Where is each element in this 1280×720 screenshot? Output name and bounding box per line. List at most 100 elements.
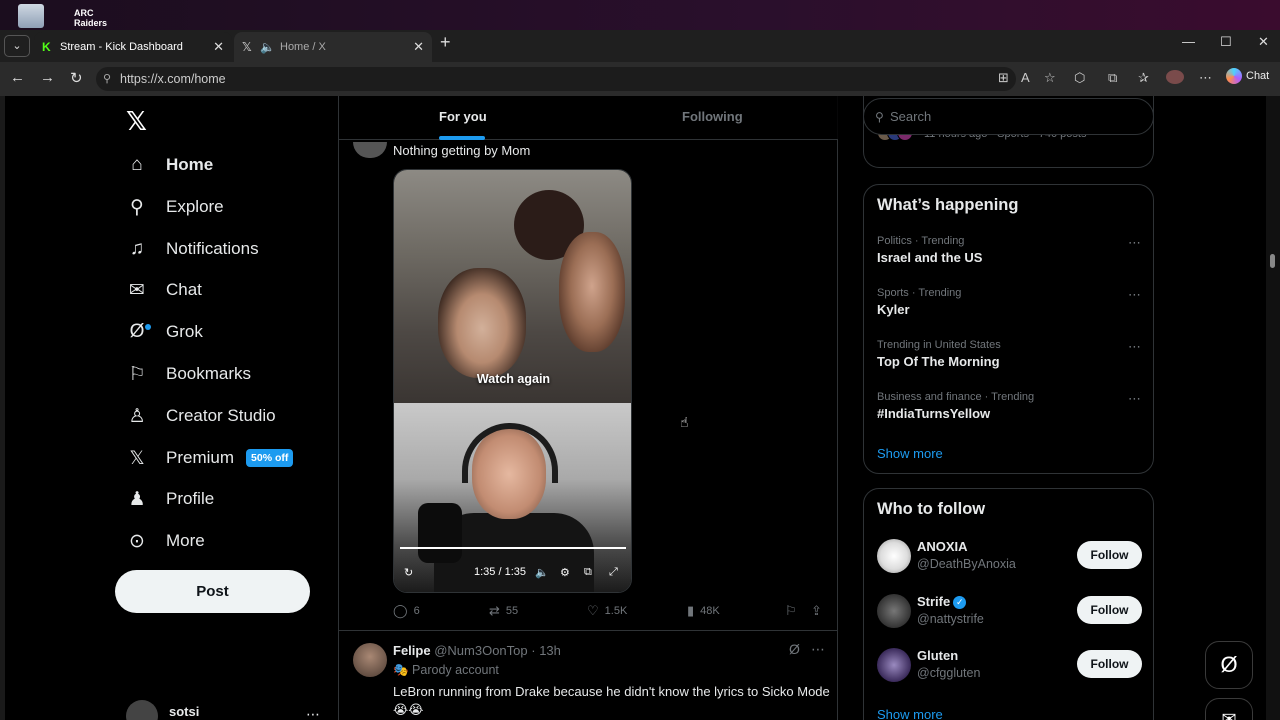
app-available-icon[interactable]: ⊞ [998, 70, 1009, 86]
author-name[interactable]: Felipe [393, 643, 431, 658]
show-more-link[interactable]: Show more [877, 446, 943, 461]
nav-bookmarks[interactable]: ⚐ Bookmarks [126, 359, 251, 389]
video-shape [462, 423, 558, 483]
more-options-icon[interactable]: ⋯ [1128, 339, 1142, 355]
x-icon: 𝕏 [129, 447, 145, 469]
repost-button[interactable]: ⇄ 55 [489, 603, 518, 619]
tab-home-x[interactable]: 𝕏 🔈 Home / X ✕ [234, 32, 432, 62]
speaker-icon[interactable]: 🔈 [260, 32, 275, 62]
tab-kick-dashboard[interactable]: K Stream - Kick Dashboard ✕ [34, 32, 232, 62]
more-options-icon[interactable]: ⋯ [1128, 235, 1142, 251]
arc-raiders-icon[interactable]: ARC Raiders [74, 4, 114, 28]
nav-grok[interactable]: Ø Grok [126, 317, 203, 347]
tweet-header: Felipe @Num3OonTop · 13h [393, 643, 561, 658]
favorites-icon[interactable]: ✰ [1138, 70, 1149, 86]
tab-for-you[interactable]: For you [439, 109, 487, 124]
split-screen-icon[interactable]: ⧉ [1108, 70, 1117, 86]
tweet-time[interactable]: 13h [539, 643, 561, 658]
post-button[interactable]: Post [115, 570, 310, 613]
recycle-bin-icon[interactable] [18, 4, 44, 28]
page-edge [0, 96, 5, 720]
messages-floating-button[interactable]: ✉ [1205, 698, 1253, 720]
search-input[interactable]: ⚲ Search [863, 98, 1154, 135]
read-aloud-icon[interactable]: A [1021, 70, 1030, 85]
views-button[interactable]: ▮ 48K [687, 603, 720, 619]
share-button[interactable]: ⇪ [811, 603, 822, 619]
follow-button[interactable]: Follow [1077, 541, 1142, 569]
reload-icon[interactable]: ↻ [70, 69, 83, 87]
settings-gear-icon[interactable]: ⚙ [560, 566, 570, 579]
nav-explore[interactable]: ⚲ Explore [126, 192, 224, 222]
minimize-icon[interactable]: — [1182, 34, 1195, 49]
follow-button[interactable]: Follow [1077, 650, 1142, 678]
who-to-follow-card: Who to follow ANOXIA @DeathByAnoxia Foll… [863, 488, 1154, 720]
like-button[interactable]: ♡ 1.5K [587, 603, 627, 619]
trend-item[interactable]: Business and finance · Trending #IndiaTu… [877, 391, 1142, 421]
fullscreen-icon[interactable]: ⤢ [609, 566, 618, 579]
nav-creator-studio[interactable]: ♙ Creator Studio [126, 401, 275, 431]
tweet-divider [339, 630, 838, 631]
site-info-icon[interactable]: ⚲ [103, 67, 111, 91]
follow-suggestion[interactable]: ANOXIA @DeathByAnoxia Follow [877, 539, 1142, 575]
tweet-video[interactable]: Watch again ↻ 1:35 / 1:35 🔈 ⚙ ⧉ ⤢ [393, 169, 632, 593]
tweet-actions: ◯ 6 ⇄ 55 ♡ 1.5K ▮ 48K ⚐ ⇪ [393, 601, 823, 621]
show-more-link[interactable]: Show more [877, 707, 943, 720]
new-tab-icon[interactable]: + [440, 32, 451, 53]
account-more-icon[interactable]: ⋯ [306, 706, 320, 720]
forward-icon[interactable]: → [40, 69, 55, 86]
author-handle[interactable]: @Num3OonTop [434, 643, 527, 658]
nav-profile[interactable]: ♟ Profile [126, 484, 214, 514]
settings-more-icon[interactable]: ⋯ [1199, 70, 1212, 86]
grok-icon[interactable]: Ø [789, 641, 800, 657]
watch-again-button[interactable]: Watch again [394, 372, 631, 386]
tab-following[interactable]: Following [682, 109, 743, 124]
close-tab-icon[interactable]: ✕ [413, 32, 424, 62]
extensions-icon[interactable]: ⬡ [1074, 70, 1085, 86]
x-logo-icon[interactable]: 𝕏 [126, 106, 147, 137]
tab-label: Stream - Kick Dashboard [60, 41, 183, 53]
scrollbar-thumb[interactable] [1270, 254, 1275, 268]
more-options-icon[interactable]: ⋯ [1128, 391, 1142, 407]
profile-avatar-icon[interactable] [1166, 70, 1184, 84]
section-title: Who to follow [877, 500, 986, 518]
nav-home[interactable]: ⌂ Home [126, 150, 213, 180]
bell-icon: ♫ [129, 238, 145, 259]
trend-item[interactable]: Trending in United States Top Of The Mor… [877, 339, 1142, 369]
avatar[interactable] [353, 643, 387, 677]
follow-suggestion[interactable]: Strife ✓ @nattystrife Follow [877, 594, 1142, 630]
nav-notifications[interactable]: ♫ Notifications [126, 234, 259, 264]
avatar[interactable] [353, 142, 387, 158]
close-tab-icon[interactable]: ✕ [213, 32, 224, 62]
tab-actions-menu-icon[interactable]: ⌄ [4, 35, 30, 57]
reply-button[interactable]: ◯ 6 [393, 603, 420, 619]
volume-icon[interactable]: 🔈 [535, 566, 549, 579]
follow-suggestion[interactable]: Gluten @cfggluten Follow [877, 648, 1142, 684]
back-icon[interactable]: ← [10, 69, 25, 86]
mouse-cursor-icon: ☝ [680, 414, 689, 430]
video-progress-bar[interactable] [400, 547, 626, 549]
grok-floating-button[interactable]: Ø [1205, 641, 1253, 689]
heart-icon: ♡ [587, 603, 599, 618]
grok-icon: Ø [1220, 652, 1238, 677]
nav-chat[interactable]: ✉ Chat [126, 275, 202, 305]
maximize-icon[interactable]: ☐ [1220, 34, 1232, 50]
favorite-star-icon[interactable]: ☆ [1044, 70, 1056, 86]
copilot-chat-button[interactable]: Chat [1226, 68, 1269, 84]
trend-item[interactable]: Sports · Trending Kyler ⋯ [877, 287, 1142, 317]
close-window-icon[interactable]: ✕ [1258, 34, 1269, 50]
more-options-icon[interactable]: ⋯ [811, 641, 825, 658]
page-scrollbar[interactable] [1266, 96, 1280, 720]
url-input[interactable]: ⚲ https://x.com/home [96, 67, 1016, 91]
replay-icon[interactable]: ↻ [404, 566, 413, 579]
nav-premium[interactable]: 𝕏 Premium 50% off [126, 443, 294, 473]
views-icon: ▮ [687, 603, 695, 618]
trend-item[interactable]: Politics · Trending Israel and the US ⋯ [877, 235, 1142, 265]
follow-button[interactable]: Follow [1077, 596, 1142, 624]
feed-tabs: For you Following [339, 96, 838, 140]
creator-studio-icon: ♙ [128, 405, 146, 427]
tweet-text: Nothing getting by Mom [393, 143, 531, 158]
nav-more[interactable]: ⊙ More [126, 526, 205, 556]
bookmark-button[interactable]: ⚐ [785, 603, 797, 619]
picture-in-picture-icon[interactable]: ⧉ [584, 566, 592, 579]
more-options-icon[interactable]: ⋯ [1128, 287, 1142, 303]
